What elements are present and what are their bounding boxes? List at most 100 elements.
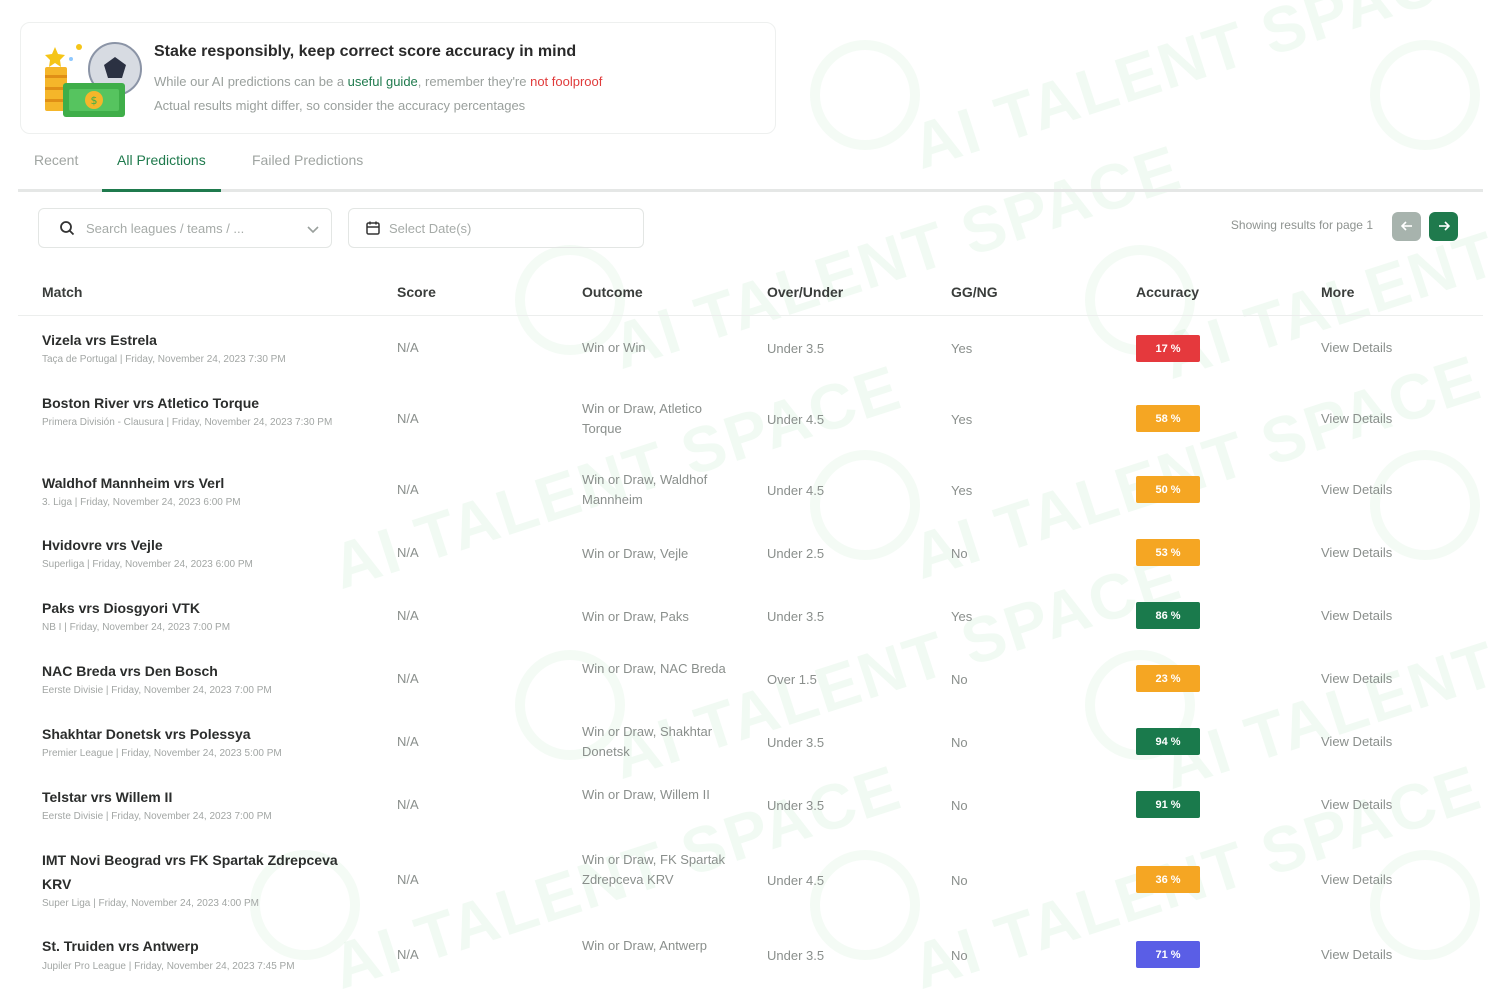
outcome-value: Win or Draw, Antwerp xyxy=(582,938,707,953)
match-meta: Jupiler Pro League | Friday, November 24… xyxy=(42,961,295,972)
over-under-value: Under 2.5 xyxy=(767,546,825,561)
gg-ng-value: No xyxy=(951,735,968,750)
next-page-button[interactable] xyxy=(1429,212,1458,241)
accuracy-badge: 94 % xyxy=(1136,728,1200,755)
view-details-link[interactable]: View Details xyxy=(1321,671,1392,686)
gg-ng-value: Yes xyxy=(951,412,973,427)
view-details-link[interactable]: View Details xyxy=(1321,734,1392,749)
column-header-accuracy: Accuracy xyxy=(1136,284,1200,300)
useful-guide-highlight: useful guide xyxy=(347,74,418,89)
match-name: NAC Breda vrs Den Bosch xyxy=(42,663,218,679)
score-value: N/A xyxy=(397,482,419,497)
view-details-link[interactable]: View Details xyxy=(1321,545,1392,560)
view-details-link[interactable]: View Details xyxy=(1321,947,1392,962)
svg-text:$: $ xyxy=(91,94,98,107)
match-name: Shakhtar Donetsk vrs Polessya xyxy=(42,726,251,742)
calendar-icon xyxy=(365,220,381,241)
date-picker[interactable]: Select Date(s) xyxy=(348,208,644,248)
responsible-staking-banner: $ Stake responsibly, keep correct score … xyxy=(20,22,776,134)
match-meta: NB I | Friday, November 24, 2023 7:00 PM xyxy=(42,622,231,633)
outcome-value: Win or Draw, NAC Breda xyxy=(582,661,726,676)
accuracy-badge: 17 % xyxy=(1136,335,1200,362)
accuracy-badge: 71 % xyxy=(1136,941,1200,968)
match-name: Paks vrs Diosgyori VTK xyxy=(42,600,200,616)
match-meta: Superliga | Friday, November 24, 2023 6:… xyxy=(42,559,253,570)
table-row: Vizela vrs Estrela Taça de Portugal | Fr… xyxy=(18,320,1483,380)
view-details-link[interactable]: View Details xyxy=(1321,411,1392,426)
column-header-over-under: Over/Under xyxy=(767,284,844,300)
table-row: Paks vrs Diosgyori VTK NB I | Friday, No… xyxy=(18,593,1483,653)
match-name: Vizela vrs Estrela xyxy=(42,332,157,348)
accuracy-badge: 36 % xyxy=(1136,866,1200,893)
table-row: Telstar vrs Willem II Eerste Divisie | F… xyxy=(18,782,1483,842)
over-under-value: Under 3.5 xyxy=(767,609,825,624)
column-header-gg-ng: GG/NG xyxy=(951,284,998,300)
view-details-link[interactable]: View Details xyxy=(1321,608,1392,623)
view-details-link[interactable]: View Details xyxy=(1321,340,1392,355)
match-name: IMT Novi Beograd vrs FK Spartak Zdrepcev… xyxy=(42,852,338,892)
view-details-link[interactable]: View Details xyxy=(1321,482,1392,497)
date-placeholder: Select Date(s) xyxy=(389,221,472,236)
gg-ng-value: No xyxy=(951,672,968,687)
column-header-score: Score xyxy=(397,284,436,300)
banner-description: While our AI predictions can be a useful… xyxy=(154,74,602,89)
score-value: N/A xyxy=(397,797,419,812)
match-meta: Premier League | Friday, November 24, 20… xyxy=(42,748,282,759)
gg-ng-value: Yes xyxy=(951,609,973,624)
score-value: N/A xyxy=(397,545,419,560)
match-meta: 3. Liga | Friday, November 24, 2023 6:00… xyxy=(42,497,241,508)
score-value: N/A xyxy=(397,734,419,749)
match-name: Hvidovre vrs Vejle xyxy=(42,537,163,553)
chevron-down-icon[interactable] xyxy=(305,221,321,242)
search-input[interactable]: Search leagues / teams / ... xyxy=(38,208,332,248)
gg-ng-value: No xyxy=(951,546,968,561)
accuracy-badge: 91 % xyxy=(1136,791,1200,818)
table-row: Boston River vrs Atletico Torque Primera… xyxy=(18,385,1483,455)
table-row: Waldhof Mannheim vrs Verl 3. Liga | Frid… xyxy=(18,465,1483,525)
over-under-value: Under 3.5 xyxy=(767,948,825,963)
outcome-value: Win or Draw, Waldhof Mannheim xyxy=(582,472,708,507)
match-meta: Taça de Portugal | Friday, November 24, … xyxy=(42,354,286,365)
accuracy-badge: 53 % xyxy=(1136,539,1200,566)
table-row: NAC Breda vrs Den Bosch Eerste Divisie |… xyxy=(18,656,1483,716)
over-under-value: Under 3.5 xyxy=(767,341,825,356)
not-foolproof-highlight: not foolproof xyxy=(530,74,603,89)
banner-text: , remember they're xyxy=(417,74,531,89)
over-under-value: Under 4.5 xyxy=(767,412,825,427)
outcome-value: Win or Draw, Vejle xyxy=(582,546,689,561)
paging-status: Showing results for page 1 xyxy=(1230,218,1373,232)
tab-recent[interactable]: Recent xyxy=(34,152,78,189)
view-details-link[interactable]: View Details xyxy=(1321,872,1392,887)
gg-ng-value: No xyxy=(951,873,968,888)
outcome-value: Win or Win xyxy=(582,340,646,355)
tab-all-predictions[interactable]: All Predictions xyxy=(102,152,221,192)
score-value: N/A xyxy=(397,411,419,426)
arrow-left-icon xyxy=(1400,220,1413,234)
accuracy-badge: 58 % xyxy=(1136,405,1200,432)
accuracy-badge: 86 % xyxy=(1136,602,1200,629)
outcome-value: Win or Draw, FK Spartak Zdrepceva KRV xyxy=(582,852,726,887)
over-under-value: Under 4.5 xyxy=(767,873,825,888)
accuracy-badge: 23 % xyxy=(1136,665,1200,692)
over-under-value: Under 3.5 xyxy=(767,798,825,813)
tab-failed-predictions[interactable]: Failed Predictions xyxy=(252,152,363,189)
money-football-illustration-icon: $ xyxy=(43,39,143,121)
view-details-link[interactable]: View Details xyxy=(1321,797,1392,812)
score-value: N/A xyxy=(397,947,419,962)
column-header-outcome: Outcome xyxy=(582,284,643,300)
over-under-value: Over 1.5 xyxy=(767,672,817,687)
over-under-value: Under 4.5 xyxy=(767,483,825,498)
column-header-match: Match xyxy=(42,284,83,300)
previous-page-button[interactable] xyxy=(1392,212,1421,241)
search-icon xyxy=(59,220,75,241)
match-name: Boston River vrs Atletico Torque xyxy=(42,395,260,411)
arrow-right-icon xyxy=(1438,220,1450,234)
outcome-value: Win or Draw, Shakhtar Donetsk xyxy=(582,724,713,759)
score-value: N/A xyxy=(397,608,419,623)
gg-ng-value: Yes xyxy=(951,341,973,356)
match-name: St. Truiden vrs Antwerp xyxy=(42,938,199,954)
score-value: N/A xyxy=(397,872,419,887)
outcome-value: Win or Draw, Atletico Torque xyxy=(582,401,702,436)
score-value: N/A xyxy=(397,671,419,686)
over-under-value: Under 3.5 xyxy=(767,735,825,750)
